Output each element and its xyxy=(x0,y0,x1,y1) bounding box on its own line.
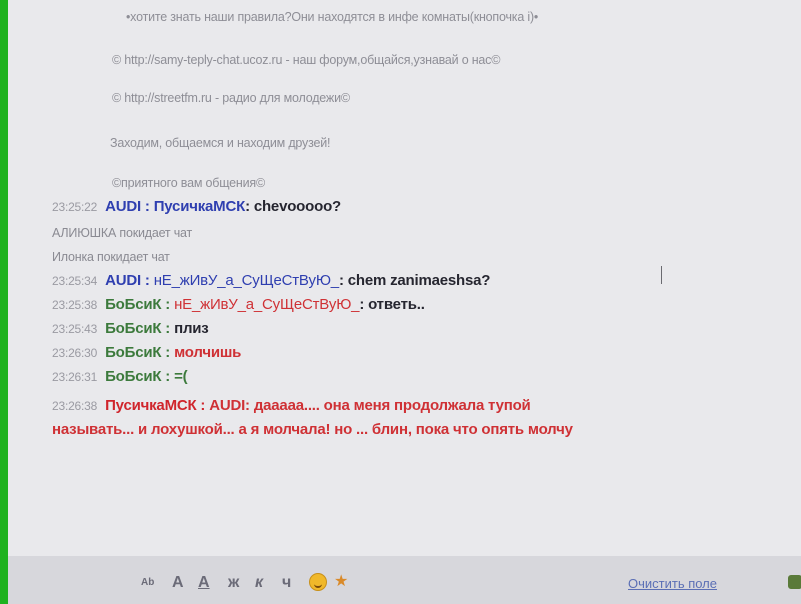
chat-message-continuation: называть... и лохушкой... а я молчала! н… xyxy=(52,421,573,438)
message-text: называть... и лохушкой... а я молчала! н… xyxy=(52,421,573,438)
timestamp: 23:26:30 xyxy=(52,346,98,360)
gift-icon[interactable]: ★ xyxy=(334,571,348,591)
recipient-nick[interactable]: нЕ_жИвУ_а_СуЩеСтВуЮ_ xyxy=(154,272,339,289)
sender-nick[interactable]: БоБсиК xyxy=(105,344,161,361)
message-text: плиз xyxy=(174,320,209,337)
sender-nick[interactable]: AUDI xyxy=(105,198,141,215)
background-color-button[interactable]: A xyxy=(198,574,210,592)
timestamp: 23:25:22 xyxy=(52,200,98,214)
recipient-nick[interactable]: ПусичкаМСК xyxy=(154,198,246,215)
welcome-line: Заходим, общаемся и находим друзей! xyxy=(110,136,331,150)
message-text: : chevooooo? xyxy=(245,198,341,215)
italic-button[interactable]: к xyxy=(255,574,263,592)
separator: : xyxy=(161,296,175,313)
separator: : xyxy=(161,368,175,385)
chat-message: 23:26:31 БоБсиК : =( xyxy=(52,368,188,385)
sender-nick[interactable]: ПусичкаМСК xyxy=(105,397,197,414)
sender-nick[interactable]: БоБсиК xyxy=(105,368,161,385)
rules-line: •хотите знать наши правила?Они находятся… xyxy=(126,10,539,24)
sender-nick[interactable]: БоБсиК xyxy=(105,296,161,313)
chat-message: 23:25:34 AUDI : нЕ_жИвУ_а_СуЩеСтВуЮ_: ch… xyxy=(52,272,490,289)
system-text: АЛИЮШКА покидает чат xyxy=(52,226,193,240)
timestamp: 23:25:38 xyxy=(52,298,98,312)
font-size-button[interactable]: Ab xyxy=(141,577,154,588)
message-text: =( xyxy=(174,368,188,385)
clear-field-link[interactable]: Очистить поле xyxy=(628,576,717,591)
chat-message: 23:25:38 БоБсиК : нЕ_жИвУ_а_СуЩеСтВуЮ_: … xyxy=(52,296,425,313)
system-message: Илонка покидает чат xyxy=(52,248,170,265)
message-text: AUDI: дааааа.... она меня продолжала туп… xyxy=(209,397,531,414)
timestamp: 23:26:38 xyxy=(52,399,98,413)
underline-button[interactable]: ч xyxy=(282,574,291,592)
message-text: : chem zanimaeshsa? xyxy=(338,272,491,289)
chat-message: 23:26:38 ПусичкаМСК : AUDI: дааааа.... о… xyxy=(52,397,531,414)
text-cursor-icon xyxy=(661,266,662,284)
bold-button[interactable]: ж xyxy=(228,574,239,592)
input-toolbar: Ab A A ж к ч ★ Очистить поле xyxy=(8,556,801,604)
sender-nick[interactable]: AUDI xyxy=(105,272,141,289)
message-text: : ответь.. xyxy=(359,296,425,313)
pleasant-line: ©приятного вам общения© xyxy=(112,176,265,190)
timestamp: 23:25:43 xyxy=(52,322,98,336)
recipient-nick[interactable]: нЕ_жИвУ_а_СуЩеСтВуЮ_ xyxy=(174,296,359,313)
font-color-button[interactable]: A xyxy=(172,574,184,592)
timestamp: 23:26:31 xyxy=(52,370,98,384)
photo-frame: •хотите знать наши правила?Они находятся… xyxy=(8,0,801,604)
smiley-icon[interactable] xyxy=(309,573,327,591)
separator: : xyxy=(140,198,154,215)
separator: : xyxy=(161,344,175,361)
chat-screen: •хотите знать наши правила?Они находятся… xyxy=(8,0,801,556)
chat-message: 23:25:22 AUDI : ПусичкаМСК: chevooooo? xyxy=(52,198,341,215)
user-icon[interactable] xyxy=(788,575,801,589)
separator: : xyxy=(161,320,175,337)
separator: : xyxy=(140,272,154,289)
radio-line: © http://streetfm.ru - радио для молодеж… xyxy=(112,91,350,105)
timestamp: 23:25:34 xyxy=(52,274,98,288)
separator: : xyxy=(196,397,210,414)
sender-nick[interactable]: БоБсиК xyxy=(105,320,161,337)
message-text: молчишь xyxy=(174,344,242,361)
chat-message: 23:25:43 БоБсиК : плиз xyxy=(52,320,209,337)
system-message: АЛИЮШКА покидает чат xyxy=(52,224,192,241)
forum-line: © http://samy-teply-chat.ucoz.ru - наш ф… xyxy=(112,53,501,67)
system-text: Илонка покидает чат xyxy=(52,250,170,264)
chat-message: 23:26:30 БоБсиК : молчишь xyxy=(52,344,241,361)
